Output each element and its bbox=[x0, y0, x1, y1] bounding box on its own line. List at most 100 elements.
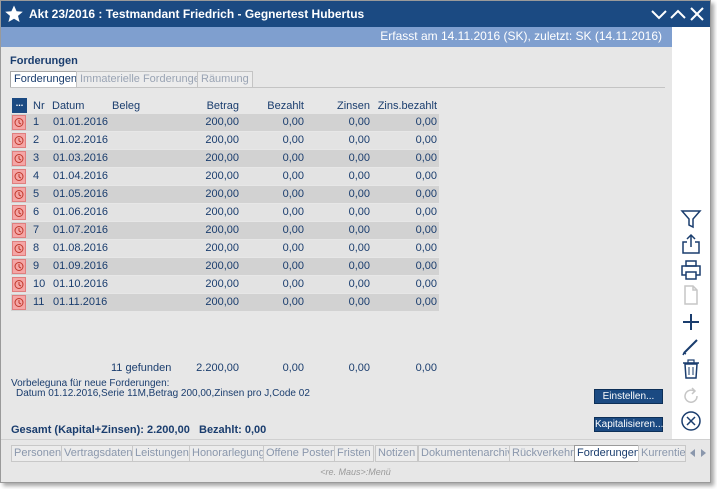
close-circle-icon[interactable] bbox=[680, 410, 702, 432]
add-icon[interactable] bbox=[680, 311, 702, 333]
tab-kurrentier[interactable]: Kurrentier bbox=[638, 445, 686, 462]
row-status-icon[interactable] bbox=[12, 133, 26, 148]
gesamt-total: Gesamt (Kapital+Zinsen): 2.200,00 bbox=[11, 424, 190, 436]
table-row[interactable]: 3 01.03.2016 200,00 0,00 0,00 0,00 bbox=[11, 150, 439, 167]
cell-datum: 01.09.2016 bbox=[53, 260, 109, 272]
cell-bezahlt: 0,00 bbox=[282, 116, 304, 128]
cell-zinsen: 0,00 bbox=[348, 296, 370, 308]
table-row[interactable]: 8 01.08.2016 200,00 0,00 0,00 0,00 bbox=[11, 240, 439, 257]
cell-betrag: 200,00 bbox=[205, 206, 239, 218]
cell-zins-bezahlt: 0,00 bbox=[415, 134, 437, 146]
table-row[interactable]: 10 01.10.2016 200,00 0,00 0,00 0,00 bbox=[11, 276, 439, 293]
cell-zinsen: 0,00 bbox=[348, 278, 370, 290]
tab-divider bbox=[10, 87, 665, 88]
header-nr[interactable]: Nr bbox=[33, 100, 45, 112]
header-zins-bezahlt[interactable]: Zins.bezahlt bbox=[367, 100, 437, 112]
tab-rueckverkehr[interactable]: Rückverkehr bbox=[509, 445, 577, 462]
tab-offene-posten[interactable]: Offene Posten bbox=[263, 445, 340, 462]
filter-icon[interactable] bbox=[680, 208, 702, 230]
edit-icon[interactable] bbox=[680, 335, 702, 357]
cell-datum: 01.11.2016 bbox=[53, 296, 108, 308]
row-status-icon[interactable] bbox=[12, 187, 26, 202]
tab-vertragsdaten[interactable]: Vertragsdaten bbox=[61, 445, 136, 462]
refresh-icon[interactable] bbox=[680, 385, 702, 407]
cell-nr: 9 bbox=[33, 260, 40, 272]
cell-zinsen: 0,00 bbox=[348, 206, 370, 218]
minimize-chevron-icon[interactable] bbox=[649, 4, 669, 24]
cell-datum: 01.03.2016 bbox=[53, 152, 109, 164]
cell-zins-bezahlt: 0,00 bbox=[415, 242, 437, 254]
print-icon[interactable] bbox=[680, 259, 702, 281]
table-row[interactable]: 2 01.02.2016 200,00 0,00 0,00 0,00 bbox=[11, 132, 439, 149]
tab-honorarlegung[interactable]: Honorarlegung bbox=[189, 445, 268, 462]
cell-zins-bezahlt: 0,00 bbox=[415, 278, 437, 290]
row-status-icon[interactable] bbox=[12, 169, 26, 184]
cell-datum: 01.05.2016 bbox=[53, 188, 109, 200]
tab-dokumentenarchiv[interactable]: Dokumentenarchiv bbox=[418, 445, 516, 462]
cell-betrag: 200,00 bbox=[205, 296, 239, 308]
cell-betrag: 200,00 bbox=[205, 278, 239, 290]
table-row[interactable]: 5 01.05.2016 200,00 0,00 0,00 0,00 bbox=[11, 186, 439, 203]
row-status-icon[interactable] bbox=[12, 205, 26, 220]
cell-nr: 4 bbox=[33, 170, 40, 182]
kapitalisieren-button[interactable]: Kapitalisieren... bbox=[594, 417, 663, 432]
cell-nr: 6 bbox=[33, 206, 40, 218]
info-bar: Erfasst am 14.11.2016 (SK), zuletzt: SK … bbox=[1, 27, 672, 47]
tab-immaterielle-forderungen[interactable]: Immaterielle Forderungen bbox=[76, 71, 210, 88]
cell-zinsen: 0,00 bbox=[348, 152, 370, 164]
cell-bezahlt: 0,00 bbox=[282, 296, 304, 308]
tab-scroll-arrows-icon[interactable] bbox=[688, 447, 708, 459]
cell-datum: 01.02.2016 bbox=[53, 134, 109, 146]
delete-icon[interactable] bbox=[680, 358, 702, 380]
maximize-chevron-icon[interactable] bbox=[668, 4, 688, 24]
cell-zinsen: 0,00 bbox=[348, 224, 370, 236]
tab-fristen[interactable]: Fristen bbox=[334, 445, 374, 462]
cell-betrag: 200,00 bbox=[205, 188, 239, 200]
table-row[interactable]: 7 01.07.2016 200,00 0,00 0,00 0,00 bbox=[11, 222, 439, 239]
header-betrag[interactable]: Betrag bbox=[179, 100, 239, 112]
document-icon[interactable] bbox=[680, 284, 702, 306]
table-row[interactable]: 4 01.04.2016 200,00 0,00 0,00 0,00 bbox=[11, 168, 439, 185]
cell-betrag: 200,00 bbox=[205, 134, 239, 146]
cell-zins-bezahlt: 0,00 bbox=[415, 296, 437, 308]
tab-personen[interactable]: Personen bbox=[11, 445, 65, 462]
cell-bezahlt: 0,00 bbox=[282, 278, 304, 290]
table-row[interactable]: 6 01.06.2016 200,00 0,00 0,00 0,00 bbox=[11, 204, 439, 221]
bottom-tab-bar: Personen Vertragsdaten Leistungen Honora… bbox=[1, 439, 710, 467]
cell-zins-bezahlt: 0,00 bbox=[415, 260, 437, 272]
close-icon[interactable] bbox=[687, 4, 707, 24]
cell-nr: 5 bbox=[33, 188, 40, 200]
table-row[interactable]: 11 01.11.2016 200,00 0,00 0,00 0,00 bbox=[11, 294, 439, 311]
cell-zins-bezahlt: 0,00 bbox=[415, 116, 437, 128]
table-row[interactable]: 1 01.01.2016 200,00 0,00 0,00 0,00 bbox=[11, 114, 439, 131]
star-icon[interactable] bbox=[4, 4, 24, 24]
cell-zinsen: 0,00 bbox=[348, 242, 370, 254]
tab-forderungen-bottom[interactable]: Forderungen bbox=[574, 445, 643, 462]
cell-nr: 1 bbox=[33, 116, 40, 128]
row-status-icon[interactable] bbox=[12, 295, 26, 310]
sum-zins-bezahlt: 0,00 bbox=[415, 362, 437, 374]
export-icon[interactable] bbox=[680, 233, 702, 255]
row-status-icon[interactable] bbox=[12, 259, 26, 274]
header-zinsen[interactable]: Zinsen bbox=[310, 100, 370, 112]
tab-notizen[interactable]: Notizen bbox=[375, 445, 419, 462]
table-row[interactable]: 9 01.09.2016 200,00 0,00 0,00 0,00 bbox=[11, 258, 439, 275]
table-header: ... Nr Datum Beleg Betrag Bezahlt Zinsen… bbox=[11, 98, 441, 114]
header-bezahlt[interactable]: Bezahlt bbox=[244, 100, 304, 112]
header-beleg[interactable]: Beleg bbox=[112, 100, 140, 112]
tab-forderungen[interactable]: Forderungen bbox=[10, 71, 81, 88]
row-status-icon[interactable] bbox=[12, 223, 26, 238]
tab-raeumung[interactable]: Räumung bbox=[197, 71, 253, 88]
einstellen-button[interactable]: Einstellen... bbox=[594, 389, 663, 404]
row-status-icon[interactable] bbox=[12, 277, 26, 292]
row-status-icon[interactable] bbox=[12, 151, 26, 166]
table-menu-button[interactable]: ... bbox=[12, 98, 27, 113]
cell-zins-bezahlt: 0,00 bbox=[415, 152, 437, 164]
row-status-icon[interactable] bbox=[12, 115, 26, 130]
tab-leistungen[interactable]: Leistungen bbox=[132, 445, 192, 462]
cell-bezahlt: 0,00 bbox=[282, 260, 304, 272]
row-status-icon[interactable] bbox=[12, 241, 26, 256]
right-toolbar bbox=[672, 27, 710, 457]
header-datum[interactable]: Datum bbox=[52, 100, 84, 112]
cell-betrag: 200,00 bbox=[205, 260, 239, 272]
